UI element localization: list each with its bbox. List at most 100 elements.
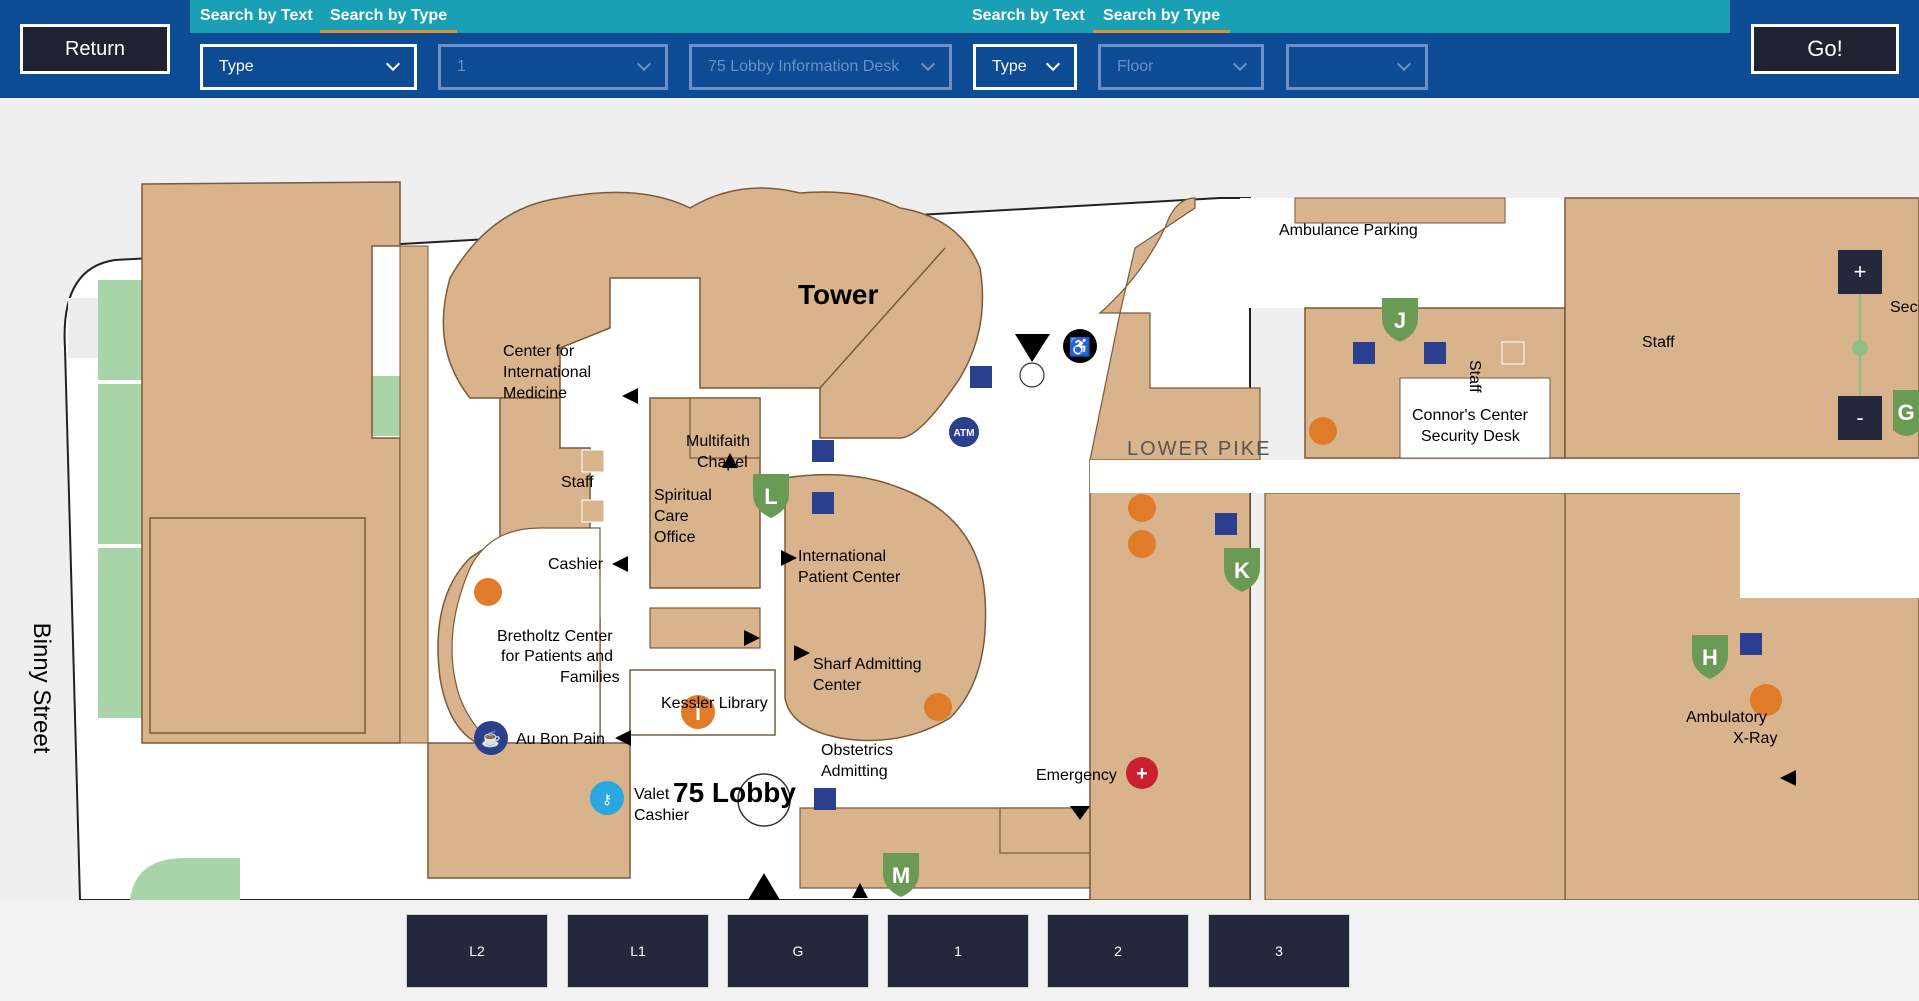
- tower-label: Tower: [798, 279, 878, 310]
- atm-label: ATM: [954, 428, 975, 439]
- key-glyph: ⚷: [602, 791, 612, 807]
- floor-label: L1: [630, 943, 646, 959]
- floor-dropdown-left-value: 1: [457, 58, 466, 75]
- emergency-cross: +: [1136, 763, 1148, 785]
- lobby-label: 75 Lobby: [673, 777, 796, 808]
- floor-label: 2: [1114, 943, 1122, 959]
- location-dropdown-right[interactable]: [1286, 44, 1428, 90]
- tab-search-by-text-left[interactable]: Search by Text: [200, 7, 313, 25]
- floor-dropdown-left[interactable]: 1: [438, 44, 668, 90]
- coffee-glyph: ☕: [481, 729, 501, 748]
- svg-text:J: J: [1394, 308, 1406, 333]
- intl-patient-center-label-2: Patient Center: [798, 569, 901, 586]
- type-dropdown-right-value: Type: [992, 58, 1027, 75]
- valet-cashier-label-1: Valet: [634, 786, 670, 803]
- type-dropdown-right[interactable]: Type: [973, 44, 1077, 90]
- kessler-library-label: Kessler Library: [661, 695, 768, 712]
- chevron-down-icon: [1045, 56, 1061, 72]
- cashier-label: Cashier: [548, 556, 604, 573]
- emergency-label: Emergency: [1036, 767, 1117, 784]
- center-intl-medicine-label-3: Medicine: [503, 385, 567, 402]
- bretholtz-label-2: for Patients and: [501, 648, 613, 665]
- floor-label: 1: [954, 943, 962, 959]
- map-canvas[interactable]: i ATM ♿ ☕ ⚷ + J L K H M G Center for Int…: [0, 98, 1919, 900]
- top-bar: Search by Text Search by Type Search by …: [0, 0, 1919, 98]
- bretholtz-label-3: Families: [560, 669, 620, 686]
- au-bon-pain-label: Au Bon Pain: [516, 731, 605, 748]
- floor-button-1[interactable]: 1: [887, 914, 1029, 988]
- ambulatory-xray-label-1: Ambulatory: [1686, 709, 1767, 726]
- svg-text:L: L: [764, 484, 777, 509]
- location-dropdown-left[interactable]: 75 Lobby Information Desk: [689, 44, 952, 90]
- intl-patient-center-label-1: International: [798, 548, 886, 565]
- tab-search-by-text-right[interactable]: Search by Text: [972, 7, 1085, 25]
- floor-button-2[interactable]: 2: [1047, 914, 1189, 988]
- floor-button-3[interactable]: 3: [1208, 914, 1350, 988]
- accessibility-glyph: ♿: [1069, 336, 1091, 357]
- floor-label: L2: [469, 943, 485, 959]
- floor-dropdown-right[interactable]: Floor: [1098, 44, 1264, 90]
- left-search-tabs: Search by Text Search by Type: [190, 0, 964, 33]
- chapel-label-2: Chapel: [697, 454, 748, 471]
- ambulance-canopy: [1294, 197, 1506, 224]
- chevron-down-icon: [385, 56, 401, 72]
- go-button[interactable]: Go!: [1751, 24, 1899, 74]
- zoom-slider-handle[interactable]: [1852, 340, 1868, 356]
- spiritual-care-label-2: Care: [654, 508, 689, 525]
- floor-dropdown-right-value: Floor: [1117, 58, 1154, 75]
- west-building: [141, 181, 401, 744]
- staff-label-right: Staff: [1642, 334, 1675, 351]
- chevron-down-icon: [1396, 56, 1412, 72]
- chevron-down-icon: [1232, 56, 1248, 72]
- connors-center-label-1: Connor's Center: [1412, 407, 1529, 424]
- center-intl-medicine-label-2: International: [503, 364, 591, 381]
- floor-label: 3: [1275, 943, 1283, 959]
- hospital-map[interactable]: i ATM ♿ ☕ ⚷ + J L K H M G Center for Int…: [0, 98, 1919, 900]
- floor-button-g[interactable]: G: [727, 914, 869, 988]
- floor-button-l2[interactable]: L2: [406, 914, 548, 988]
- go-button-label: Go!: [1807, 36, 1843, 61]
- ambulance-parking-label: Ambulance Parking: [1279, 222, 1418, 239]
- svg-text:K: K: [1234, 558, 1250, 583]
- zoom-out-button[interactable]: -: [1838, 396, 1882, 440]
- spiritual-care-label-1: Spiritual: [654, 487, 712, 504]
- green-strip: [98, 280, 143, 380]
- staff-label-mid: Staff: [1466, 360, 1483, 393]
- zoom-in-label: +: [1853, 259, 1867, 284]
- pike-south-block: [1264, 492, 1566, 900]
- connors-center-label-2: Security Desk: [1421, 428, 1521, 445]
- svg-text:M: M: [892, 863, 910, 888]
- sharf-admitting-label-2: Center: [813, 677, 862, 694]
- street-label: Binny Street: [28, 623, 55, 754]
- green-strip: [98, 548, 143, 718]
- tab-search-by-type-left[interactable]: Search by Type: [319, 7, 458, 33]
- valet-cashier-label-2: Cashier: [634, 807, 690, 824]
- location-dropdown-left-value: 75 Lobby Information Desk: [708, 58, 900, 75]
- corridor-room: [649, 607, 761, 649]
- type-dropdown-left-value: Type: [219, 58, 254, 75]
- chapel-label-1: Multifaith: [686, 433, 750, 450]
- floor-label: G: [792, 943, 804, 959]
- svg-text:H: H: [1702, 645, 1718, 670]
- type-dropdown-left[interactable]: Type: [200, 44, 417, 90]
- tab-search-by-type-right[interactable]: Search by Type: [1092, 7, 1231, 33]
- zoom-out-label: -: [1856, 405, 1864, 430]
- zoom-in-button[interactable]: +: [1838, 250, 1882, 294]
- secu-partial-label: Secu: [1890, 299, 1919, 316]
- west-annex: [399, 245, 429, 744]
- obstetrics-label-1: Obstetrics: [821, 742, 893, 759]
- lower-pike-corridor: [1090, 460, 1919, 493]
- return-button[interactable]: Return: [20, 24, 170, 74]
- chevron-down-icon: [920, 56, 936, 72]
- center-intl-medicine-label-1: Center for: [503, 343, 575, 360]
- ambulatory-xray-label-2: X-Ray: [1733, 730, 1777, 747]
- east-corridor-area: [1740, 493, 1919, 598]
- green-strip: [98, 384, 143, 544]
- floor-selector-bar: L2 L1 G 1 2 3: [0, 900, 1919, 1001]
- revolving-door-icon: [1019, 362, 1045, 388]
- spiritual-care-label-3: Office: [654, 529, 696, 546]
- obstetrics-label-2: Admitting: [821, 763, 888, 780]
- bretholtz-label-1: Bretholtz Center: [497, 628, 613, 645]
- floor-button-l1[interactable]: L1: [567, 914, 709, 988]
- svg-text:G: G: [1897, 400, 1914, 425]
